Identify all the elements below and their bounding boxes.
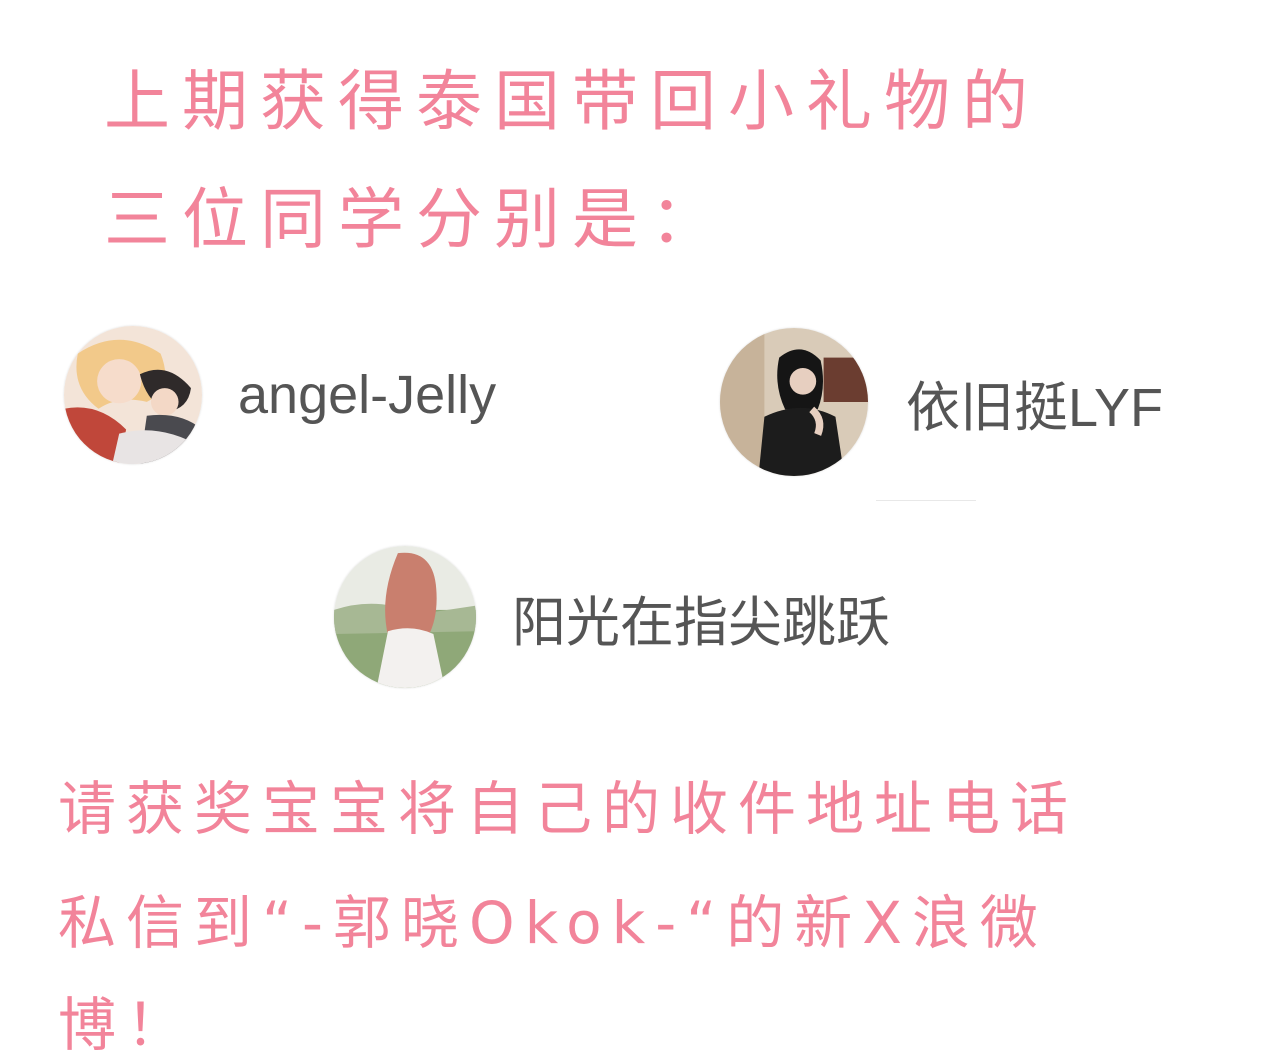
footer-line-1: 请获奖宝宝将自己的收件地址电话 — [58, 775, 1079, 843]
heading-line-1: 上期获得泰国带回小礼物的 — [104, 63, 1040, 140]
winner-name: 阳光在指尖跳跃 — [512, 592, 890, 653]
heading-line-2: 三位同学分别是： — [104, 181, 728, 258]
winner-item: 阳光在指尖跳跃 — [334, 546, 890, 688]
footer-line-2: 私信到“-郭晓Okok-“的新X浪微 — [58, 889, 1048, 957]
anime-couple-avatar — [64, 326, 202, 464]
divider — [876, 500, 976, 501]
footer-line-3: 博！ — [58, 991, 195, 1059]
girl-field-avatar — [334, 546, 476, 688]
winner-name: 依旧挺LYF — [906, 377, 1164, 438]
woman-black-hair-avatar — [720, 328, 868, 476]
winner-name: angel-Jelly — [238, 365, 497, 425]
winner-item: angel-Jelly — [64, 326, 496, 464]
winner-item: 依旧挺LYF — [720, 328, 1163, 476]
